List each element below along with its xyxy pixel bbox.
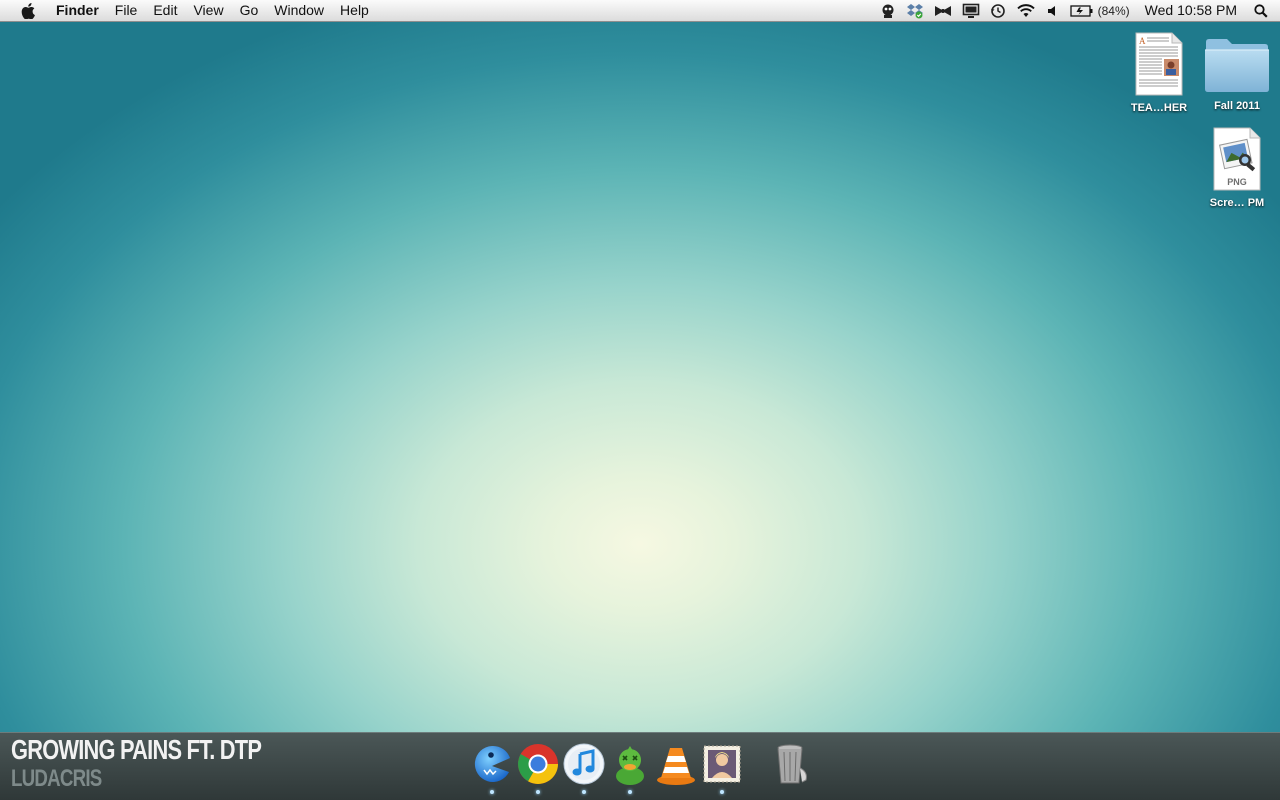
battery-percentage: (84%) (1097, 3, 1130, 18)
scanner-icon[interactable] (875, 0, 901, 21)
pacifist-app-icon (474, 745, 510, 782)
dock-item-itunes[interactable] (562, 742, 606, 798)
apple-menu-icon[interactable] (0, 0, 56, 21)
running-indicator (582, 790, 586, 794)
menu-view[interactable]: View (185, 0, 231, 21)
desktop-item-teacher-document[interactable]: A TEA…HER (1121, 32, 1197, 114)
running-indicator (536, 790, 540, 794)
dock-item-adium[interactable] (608, 742, 652, 798)
display-mirroring-icon[interactable] (957, 0, 985, 21)
battery-icon[interactable]: (84%) (1065, 0, 1135, 21)
running-indicator (628, 790, 632, 794)
desktop-item-screenshot-png[interactable]: PNG Scre… PM (1199, 127, 1275, 209)
running-indicator (720, 790, 724, 794)
dock-item-chrome[interactable] (516, 742, 560, 798)
menu-window[interactable]: Window (266, 0, 332, 21)
menu-bar: Finder File Edit View Go Window Help (84… (0, 0, 1280, 22)
dock-item-trash[interactable] (770, 742, 814, 798)
document-icon: A (1135, 32, 1183, 96)
dropbox-icon[interactable] (901, 0, 929, 21)
now-playing-title: GROWING PAINS FT. DTP (11, 734, 262, 765)
dock-item-mail[interactable] (700, 742, 744, 798)
now-playing-widget: GROWING PAINS FT. DTP LUDACRIS (11, 736, 332, 791)
folder-icon (1205, 39, 1269, 92)
vlc-icon (657, 748, 695, 785)
volume-icon[interactable] (1041, 0, 1065, 21)
itunes-icon (563, 743, 605, 785)
now-playing-artist: LUDACRIS (11, 765, 102, 792)
menu-clock[interactable]: Wed 10:58 PM (1135, 0, 1249, 21)
wifi-icon[interactable] (1011, 0, 1041, 21)
menu-bar-extras: (84%) Wed 10:58 PM (875, 0, 1280, 21)
dock-item-vlc[interactable] (654, 742, 698, 798)
spotlight-search-icon[interactable] (1249, 0, 1280, 21)
chrome-icon (518, 744, 558, 784)
menu-app-finder[interactable]: Finder (56, 0, 107, 21)
desktop-item-fall-2011-folder[interactable]: Fall 2011 (1199, 36, 1275, 112)
svg-text:A: A (1139, 36, 1146, 46)
desktop-item-label: TEA…HER (1130, 102, 1188, 114)
trash-icon (777, 744, 807, 784)
time-machine-icon[interactable] (985, 0, 1011, 21)
running-indicator (490, 790, 494, 794)
bowtie-icon[interactable] (929, 0, 957, 21)
menu-file[interactable]: File (107, 0, 146, 21)
png-file-icon: PNG (1213, 127, 1261, 191)
menu-edit[interactable]: Edit (145, 0, 185, 21)
dock-item-pacifist[interactable] (470, 742, 514, 798)
png-badge: PNG (1227, 177, 1247, 187)
mail-stamp-icon (703, 745, 741, 783)
adium-icon (616, 746, 644, 785)
menu-bar-left: Finder File Edit View Go Window Help (0, 0, 377, 21)
menu-help[interactable]: Help (332, 0, 377, 21)
desktop-item-label: Fall 2011 (1214, 100, 1260, 112)
desktop-item-label: Scre… PM (1209, 197, 1265, 209)
menu-go[interactable]: Go (232, 0, 267, 21)
